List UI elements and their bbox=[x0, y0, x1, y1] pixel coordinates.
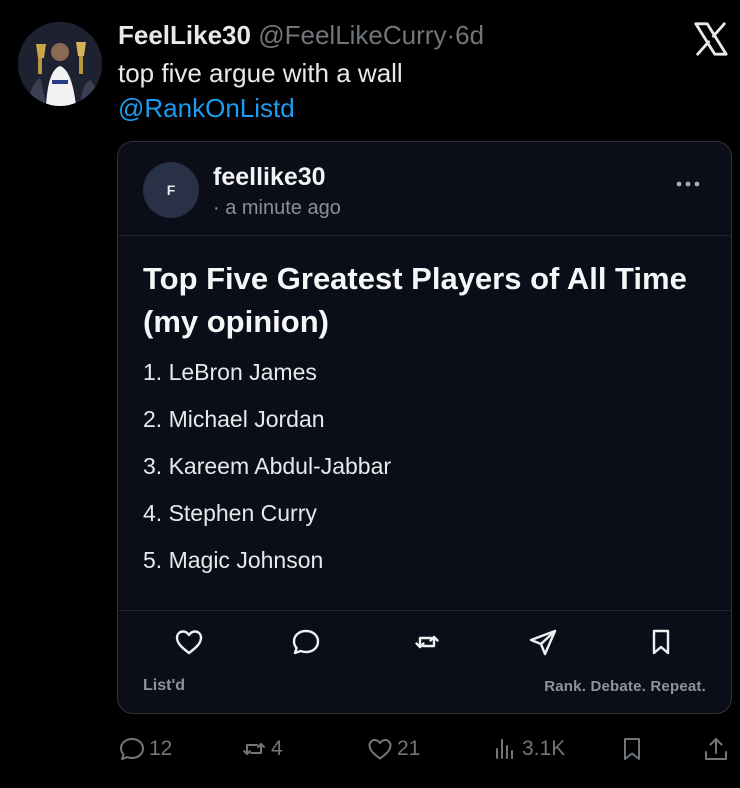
tweet-text: top five argue with a wall bbox=[118, 58, 403, 88]
like-count: 21 bbox=[397, 737, 421, 760]
share-upload-icon bbox=[705, 738, 727, 760]
views-icon bbox=[496, 739, 513, 759]
bookmark-button[interactable] bbox=[618, 734, 646, 764]
reply-icon bbox=[120, 738, 144, 760]
bookmark-icon bbox=[624, 738, 640, 760]
card-divider bbox=[118, 235, 731, 236]
like-button[interactable]: 21 bbox=[366, 734, 420, 764]
tagline: Rank. Debate. Repeat. bbox=[544, 678, 706, 695]
reply-button[interactable]: 12 bbox=[118, 734, 172, 764]
views-button[interactable]: 3.1K bbox=[491, 734, 565, 764]
display-name[interactable]: FeelLike30 bbox=[118, 20, 251, 50]
repost-icon[interactable] bbox=[411, 626, 443, 658]
rank-item: 1. LeBron James bbox=[143, 359, 317, 385]
brand-label: List'd bbox=[143, 677, 186, 694]
list-title: Top Five Greatest Players of All Time (m… bbox=[143, 261, 687, 339]
reply-count: 12 bbox=[149, 737, 173, 760]
heart-icon[interactable] bbox=[173, 626, 205, 658]
x-logo-icon[interactable] bbox=[692, 20, 730, 58]
card-divider bbox=[118, 610, 731, 611]
rank-item: 4. Stephen Curry bbox=[143, 500, 317, 526]
user-handle[interactable]: @FeelLikeCurry bbox=[258, 20, 446, 50]
heart-icon bbox=[368, 739, 392, 760]
more-options-icon[interactable] bbox=[670, 172, 706, 196]
rank-item: 3. Kareem Abdul-Jabbar bbox=[143, 453, 392, 479]
mention-link[interactable]: @RankOnListd bbox=[118, 93, 295, 123]
card-timestamp: · a minute ago bbox=[213, 197, 341, 219]
bookmark-icon[interactable] bbox=[645, 626, 677, 658]
view-count: 3.1K bbox=[522, 737, 566, 760]
repost-count: 4 bbox=[271, 737, 283, 760]
separator-dot: · bbox=[446, 20, 456, 50]
repost-icon bbox=[243, 743, 265, 755]
card-username[interactable]: feellike30 bbox=[213, 163, 326, 192]
author-avatar[interactable] bbox=[18, 22, 102, 106]
rank-item: 2. Michael Jordan bbox=[143, 406, 325, 432]
comment-icon[interactable] bbox=[290, 626, 322, 658]
embedded-list-card[interactable]: F feellike30 · a minute ago Top Five Gre… bbox=[117, 141, 732, 714]
rank-item: 5. Magic Johnson bbox=[143, 547, 324, 573]
repost-button[interactable]: 4 bbox=[240, 734, 283, 764]
tweet-time[interactable]: 6d bbox=[455, 20, 484, 50]
share-button[interactable] bbox=[702, 734, 730, 764]
card-avatar[interactable]: F bbox=[143, 162, 199, 218]
share-icon[interactable] bbox=[527, 626, 559, 658]
tweet-header: FeelLike30 @FeelLikeCurry·6d bbox=[118, 20, 484, 50]
